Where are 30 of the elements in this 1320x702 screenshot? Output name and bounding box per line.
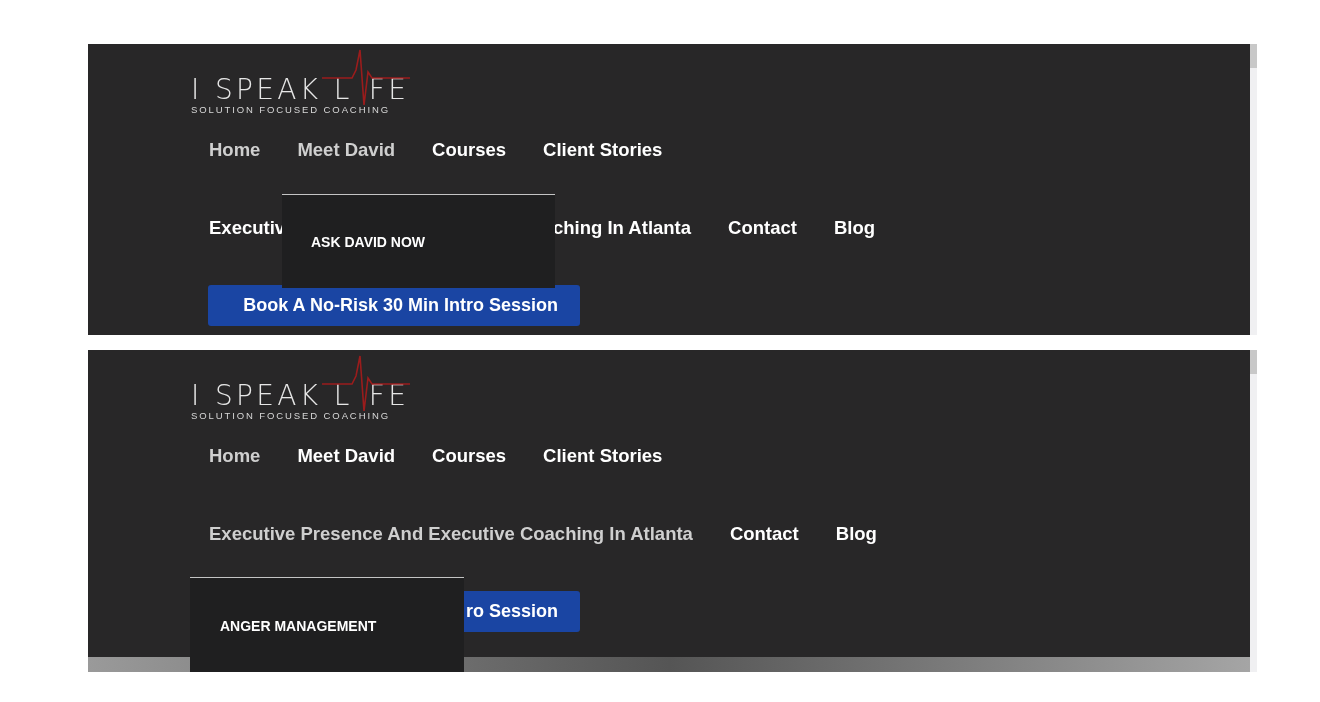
nav-link[interactable]: Contact xyxy=(728,216,797,240)
nav-link[interactable]: ching In Atlanta xyxy=(553,216,692,240)
logo-text: FE xyxy=(368,76,410,104)
nav-link[interactable]: Meet David xyxy=(297,444,396,468)
nav-link[interactable]: Home xyxy=(209,138,261,162)
cta-button[interactable]: Book A No-Risk 30 Min Intro Session xyxy=(208,285,580,326)
nav-link[interactable]: Client Stories xyxy=(543,138,663,162)
logo-text: I SPEAK L xyxy=(191,382,353,410)
heartbeat-icon xyxy=(322,48,410,108)
nav-link[interactable]: Executiv xyxy=(209,216,286,240)
nav-link[interactable]: Blog xyxy=(833,216,876,240)
logo-tagline: SOLUTION FOCUSED COACHING xyxy=(191,410,391,422)
nav-link[interactable]: Client Stories xyxy=(543,444,663,468)
nav-link[interactable]: Home xyxy=(209,444,261,468)
heartbeat-icon xyxy=(322,354,410,414)
dropdown-item[interactable]: ASK DAVID NOW xyxy=(311,233,555,251)
scrollbar-thumb[interactable] xyxy=(1250,350,1257,374)
dropdown-item[interactable]: ANGER MANAGEMENT xyxy=(220,617,464,635)
nav-link[interactable]: Contact xyxy=(729,522,799,546)
scrollbar[interactable] xyxy=(1250,350,1257,672)
nav-link[interactable]: Blog xyxy=(835,522,877,546)
nav-link[interactable]: Courses xyxy=(432,138,507,162)
logo-text: I SPEAK L xyxy=(191,76,353,104)
nav-link[interactable]: Executive Presence And Executive Coaching In Atlanta xyxy=(209,522,693,546)
logo-text: FE xyxy=(368,382,410,410)
scrollbar-thumb[interactable] xyxy=(1250,44,1257,68)
scrollbar[interactable] xyxy=(1250,44,1257,335)
nav-link[interactable]: Meet David xyxy=(297,138,396,162)
nav-link[interactable]: Courses xyxy=(432,444,507,468)
logo-tagline: SOLUTION FOCUSED COACHING xyxy=(191,104,391,116)
